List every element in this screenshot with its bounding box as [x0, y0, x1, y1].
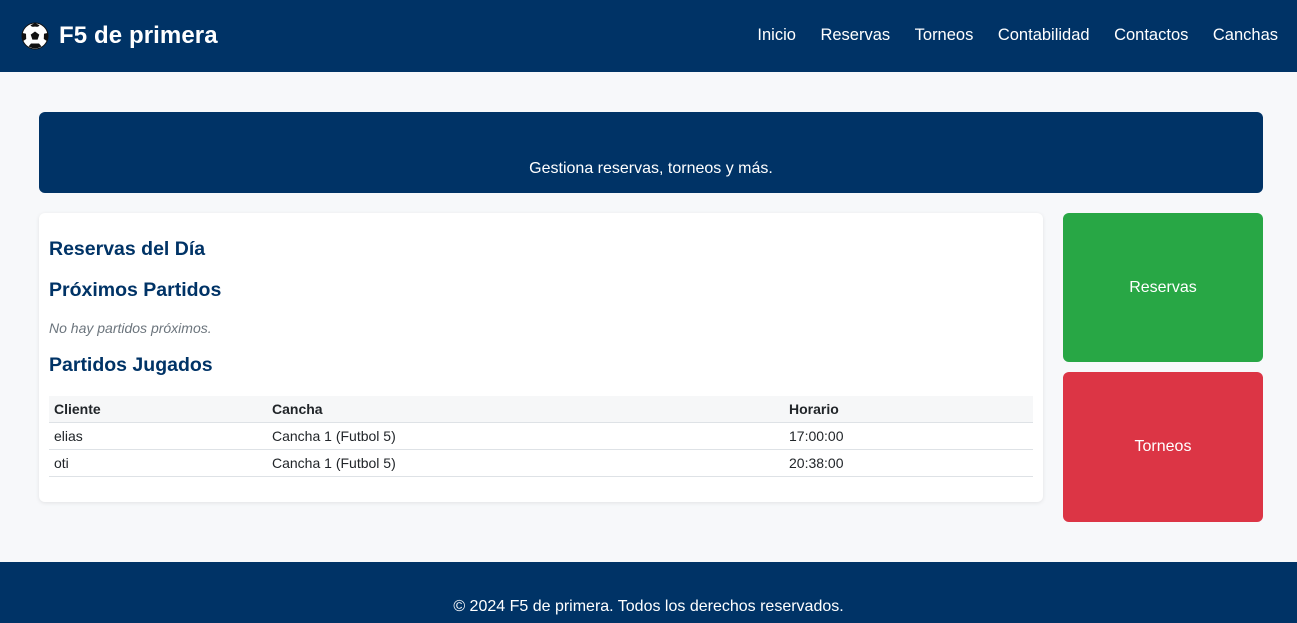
navbar: F5 de primera Inicio Reservas Torneos Co… [0, 0, 1297, 72]
brand[interactable]: F5 de primera [21, 22, 218, 50]
partidos-jugados-table: Cliente Cancha Horario elias Cancha 1 (F… [49, 396, 1033, 477]
table-row: oti Cancha 1 (Futbol 5) 20:38:00 [49, 449, 1033, 477]
reservas-button[interactable]: Reservas [1063, 213, 1263, 362]
footer-copyright: © 2024 F5 de primera. Todos los derechos… [453, 598, 844, 615]
nav-links: Inicio Reservas Torneos Contabilidad Con… [757, 26, 1278, 45]
table-row: elias Cancha 1 (Futbol 5) 17:00:00 [49, 422, 1033, 450]
proximos-partidos-title: Próximos Partidos [49, 279, 222, 301]
cell-cancha: Cancha 1 (Futbol 5) [267, 449, 784, 477]
cell-cliente: oti [49, 449, 267, 477]
nav-link-contactos[interactable]: Contactos [1114, 26, 1188, 45]
nav-link-inicio[interactable]: Inicio [757, 26, 796, 45]
hero-banner: Gestiona reservas, torneos y más. [39, 112, 1263, 193]
column-header-cancha: Cancha [267, 396, 784, 423]
cell-horario: 17:00:00 [784, 422, 1033, 450]
hero-subtitle: Gestiona reservas, torneos y más. [529, 160, 773, 177]
nav-link-reservas[interactable]: Reservas [820, 26, 890, 45]
proximos-empty-message: No hay partidos próximos. [49, 320, 212, 336]
reservas-button-label: Reservas [1129, 278, 1197, 296]
reservas-del-dia-title: Reservas del Día [49, 238, 206, 260]
partidos-jugados-title: Partidos Jugados [49, 354, 213, 376]
torneos-button[interactable]: Torneos [1063, 372, 1263, 522]
column-header-cliente: Cliente [49, 396, 267, 423]
nav-link-contabilidad[interactable]: Contabilidad [998, 26, 1090, 45]
column-header-horario: Horario [784, 396, 1033, 423]
soccer-ball-icon [21, 22, 49, 50]
footer: © 2024 F5 de primera. Todos los derechos… [0, 562, 1297, 623]
torneos-button-label: Torneos [1134, 438, 1192, 455]
cell-cliente: elias [49, 422, 267, 450]
cell-horario: 20:38:00 [784, 449, 1033, 477]
nav-link-canchas[interactable]: Canchas [1213, 26, 1278, 45]
brand-name: F5 de primera [59, 22, 218, 49]
partidos-jugados-table-wrap: Cliente Cancha Horario elias Cancha 1 (F… [49, 396, 1033, 477]
cell-cancha: Cancha 1 (Futbol 5) [267, 422, 784, 450]
table-header-row: Cliente Cancha Horario [49, 396, 1033, 423]
nav-link-torneos[interactable]: Torneos [915, 26, 974, 45]
dashboard-card: Reservas del Día Próximos Partidos No ha… [39, 213, 1043, 502]
